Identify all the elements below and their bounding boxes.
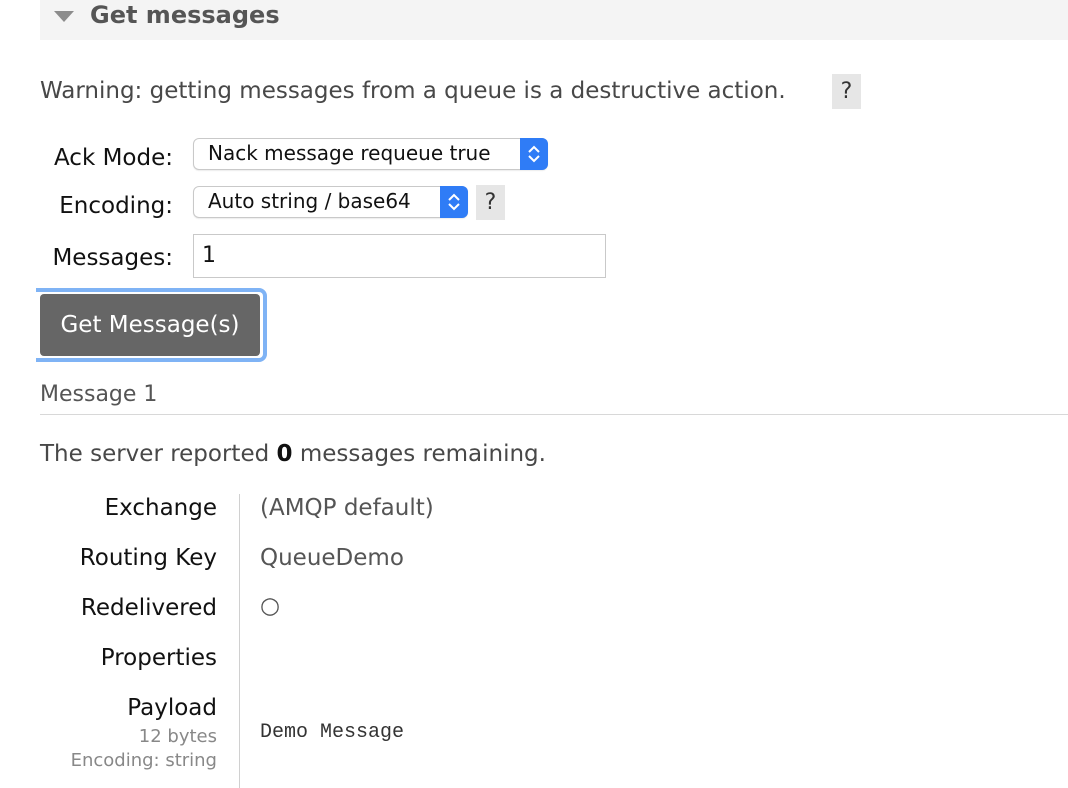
divider <box>40 414 1068 415</box>
ack-mode-label: Ack Mode: <box>53 145 173 171</box>
destructive-warning-text: Warning: getting messages from a queue i… <box>40 78 786 104</box>
encoding-help-button[interactable]: ? <box>476 185 505 220</box>
message-heading: Message 1 <box>40 382 158 407</box>
properties-label: Properties <box>100 645 217 671</box>
server-remaining-text: The server reported 0 messages remaining… <box>40 441 546 467</box>
routing-key-label: Routing Key <box>79 545 217 571</box>
chevron-up-down-icon <box>520 138 548 170</box>
exchange-label: Exchange <box>104 495 217 521</box>
messages-count-input[interactable]: 1 <box>193 234 606 278</box>
remaining-count: 0 <box>276 441 293 467</box>
section-title: Get messages <box>90 1 280 29</box>
get-messages-button[interactable]: Get Message(s) <box>40 294 260 356</box>
redelivered-label: Redelivered <box>80 595 217 621</box>
warning-help-button[interactable]: ? <box>832 74 861 109</box>
payload-size: 12 bytes <box>138 726 217 747</box>
encoding-selected-value: Auto string / base64 <box>208 189 411 213</box>
ack-mode-selected-value: Nack message requeue true <box>208 141 491 165</box>
details-divider <box>239 494 240 788</box>
payload-label: Payload <box>127 695 217 721</box>
collapse-triangle-icon <box>54 11 74 22</box>
payload-value: Demo Message <box>260 721 405 744</box>
payload-encoding: Encoding: string <box>70 750 217 771</box>
server-suffix: messages remaining. <box>299 441 546 467</box>
encoding-select[interactable]: Auto string / base64 <box>193 186 468 218</box>
chevron-up-down-icon <box>440 186 468 218</box>
get-messages-section-header[interactable]: Get messages <box>40 0 1068 40</box>
ack-mode-select[interactable]: Nack message requeue true <box>193 138 548 170</box>
exchange-value: (AMQP default) <box>260 495 434 521</box>
encoding-label: Encoding: <box>59 193 173 219</box>
server-prefix: The server reported <box>40 441 270 467</box>
redelivered-value: ○ <box>260 593 281 619</box>
messages-label: Messages: <box>52 245 173 271</box>
routing-key-value: QueueDemo <box>260 545 404 571</box>
